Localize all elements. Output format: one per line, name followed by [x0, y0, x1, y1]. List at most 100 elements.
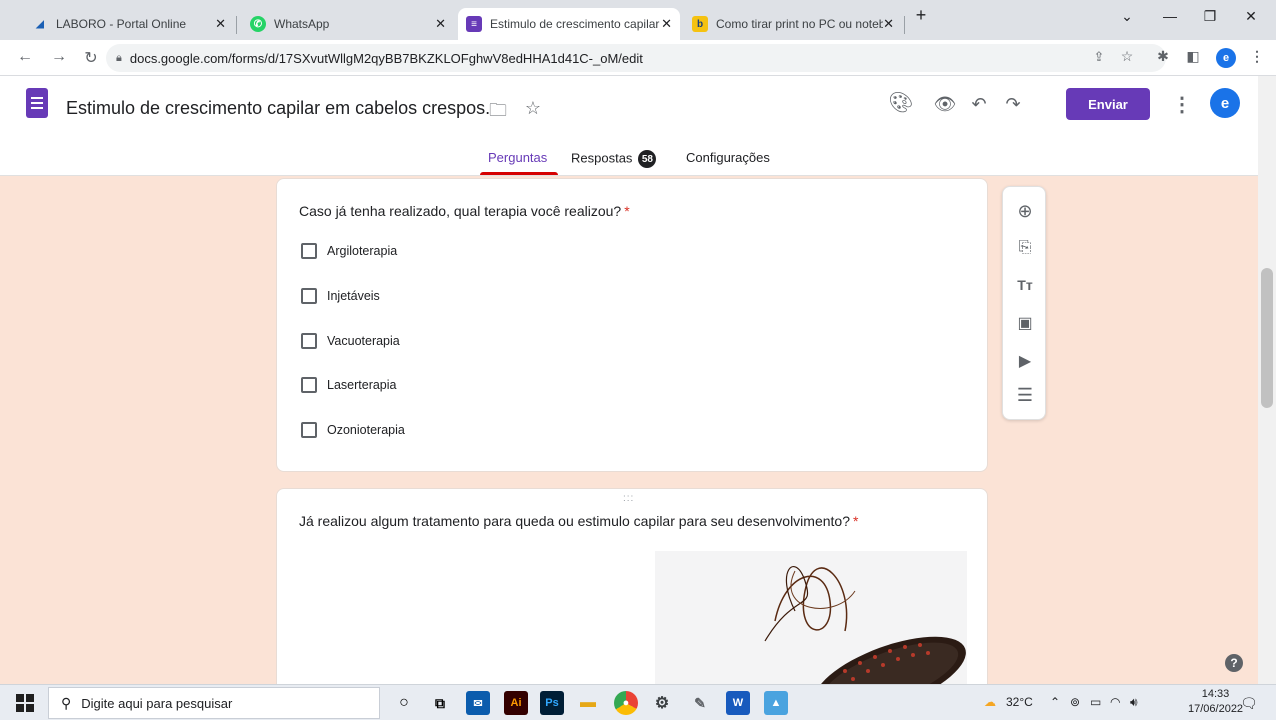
- url-text: docs.google.com/forms/d/17SXvutWllgM2qyB…: [129, 50, 643, 66]
- close-tab-icon[interactable]: ✕: [435, 16, 446, 32]
- redo-icon[interactable]: ↷: [1000, 94, 1026, 115]
- tab-responses[interactable]: Respostas 58: [571, 150, 657, 168]
- account-avatar[interactable]: e: [1210, 88, 1240, 118]
- battery-icon[interactable]: ▭: [1090, 695, 1101, 709]
- photos-icon[interactable]: ▲: [764, 691, 788, 715]
- search-icon: ⚲: [61, 694, 72, 711]
- clock-date: 17/06/2022: [1188, 703, 1244, 715]
- add-question-icon[interactable]: ⊕: [1003, 201, 1047, 222]
- question-title-text: Caso já tenha realizado, qual terapia vo…: [299, 203, 622, 219]
- option-label: Laserterapia: [327, 378, 397, 392]
- forward-icon[interactable]: →: [48, 48, 70, 66]
- browser-menu-icon[interactable]: ⋮: [1246, 48, 1268, 65]
- more-options-icon[interactable]: ⋮: [1172, 92, 1192, 117]
- tab-title: Estimulo de crescimento capilar e: [490, 17, 662, 31]
- import-questions-icon[interactable]: ⎘: [1003, 239, 1047, 257]
- palette-icon[interactable]: 🎨︎: [888, 90, 914, 115]
- tab-questions[interactable]: Perguntas: [488, 150, 547, 165]
- taskbar-clock[interactable]: 14:33 17/06/2022: [1188, 687, 1243, 717]
- folder-icon[interactable]: 🗀︎: [485, 98, 511, 128]
- preview-eye-icon[interactable]: 👁︎: [932, 94, 958, 115]
- windows-start-icon[interactable]: [16, 694, 34, 712]
- add-title-icon[interactable]: Tт: [1003, 277, 1047, 293]
- checkbox[interactable]: [301, 333, 317, 349]
- form-title[interactable]: Estimulo de crescimento capilar em cabel…: [66, 98, 490, 119]
- add-section-icon[interactable]: ☰: [1003, 385, 1047, 406]
- tab-google-forms[interactable]: ≡ Estimulo de crescimento capilar e ✕: [458, 8, 680, 40]
- question-title[interactable]: Caso já tenha realizado, qual terapia vo…: [299, 203, 630, 219]
- question-toolbar: ⊕ ⎘ Tт ▣ ▶ ☰: [1002, 186, 1046, 420]
- illustrator-icon[interactable]: Ai: [504, 691, 528, 715]
- word-icon[interactable]: W: [726, 691, 750, 715]
- weather-temperature[interactable]: 32°C: [1006, 695, 1033, 709]
- cortana-icon[interactable]: ○: [392, 691, 416, 715]
- app-icon[interactable]: ✎: [688, 691, 712, 715]
- tab-bing[interactable]: b Como tirar print no PC ou notebo ✕: [684, 8, 902, 40]
- add-video-icon[interactable]: ▶: [1003, 351, 1047, 371]
- tab-search-chevron-icon[interactable]: ⌄: [1112, 8, 1142, 25]
- url-field[interactable]: 🔒︎ docs.google.com/forms/d/17SXvutWllgM2…: [106, 44, 1166, 72]
- reload-icon[interactable]: ↻: [80, 48, 102, 68]
- question-card-therapy[interactable]: Caso já tenha realizado, qual terapia vo…: [276, 178, 988, 472]
- question-card-treatment[interactable]: ::: Já realizou algum tratamento para qu…: [276, 488, 988, 708]
- close-tab-icon[interactable]: ✕: [883, 16, 894, 32]
- help-icon[interactable]: ?: [1225, 654, 1243, 672]
- lock-icon: 🔒︎: [116, 51, 122, 64]
- wifi-icon[interactable]: ◠: [1110, 695, 1120, 709]
- share-icon[interactable]: ⇪: [1088, 49, 1110, 65]
- option-injetaveis[interactable]: Injetáveis: [301, 288, 380, 304]
- form-header: Estimulo de crescimento capilar em cabel…: [0, 76, 1258, 176]
- google-forms-logo-icon[interactable]: [26, 88, 48, 118]
- responses-count-badge: 58: [638, 150, 657, 168]
- notifications-icon[interactable]: 🗨︎: [1240, 695, 1258, 712]
- extensions-puzzle-icon[interactable]: ✱: [1152, 48, 1174, 65]
- option-laserterapia[interactable]: Laserterapia: [301, 377, 397, 393]
- meet-now-icon[interactable]: ⊚: [1070, 695, 1080, 709]
- tab-settings[interactable]: Configurações: [686, 150, 770, 165]
- undo-icon[interactable]: ↶: [966, 94, 992, 115]
- weather-icon[interactable]: ☁: [984, 695, 996, 709]
- chrome-icon[interactable]: ●: [614, 691, 638, 715]
- close-tab-icon[interactable]: ✕: [661, 16, 672, 32]
- tab-laboro[interactable]: ◢ LABORO - Portal Online ✕: [24, 8, 234, 40]
- profile-avatar[interactable]: e: [1216, 48, 1236, 68]
- star-icon[interactable]: ☆: [520, 98, 546, 119]
- taskbar-search-input[interactable]: ⚲ Digite aqui para pesquisar: [48, 687, 380, 719]
- checkbox[interactable]: [301, 422, 317, 438]
- checkbox[interactable]: [301, 377, 317, 393]
- close-tab-icon[interactable]: ✕: [215, 16, 226, 32]
- photoshop-icon[interactable]: Ps: [540, 691, 564, 715]
- option-vacuoterapia[interactable]: Vacuoterapia: [301, 333, 400, 349]
- tray-chevron-icon[interactable]: ⌃: [1050, 695, 1060, 709]
- address-toolbar: ← → ↻ 🔒︎ docs.google.com/forms/d/17SXvut…: [0, 40, 1276, 76]
- task-view-icon[interactable]: ⧉: [428, 691, 452, 715]
- tab-title: Como tirar print no PC ou notebo: [716, 17, 884, 31]
- file-explorer-icon[interactable]: ▬: [576, 691, 600, 715]
- drag-handle-icon[interactable]: :::: [623, 493, 634, 504]
- mail-icon[interactable]: ✉: [466, 691, 490, 715]
- close-window-icon[interactable]: ✕: [1236, 8, 1266, 25]
- question-title[interactable]: Já realizou algum tratamento para queda …: [299, 513, 858, 529]
- checkbox[interactable]: [301, 243, 317, 259]
- clock-time: 14:33: [1201, 688, 1230, 700]
- bookmark-star-icon[interactable]: ☆: [1116, 48, 1138, 65]
- option-ozonioterapia[interactable]: Ozonioterapia: [301, 422, 405, 438]
- google-forms-icon: ≡: [466, 16, 482, 32]
- browser-tab-bar: ◢ LABORO - Portal Online ✕ ✆ WhatsApp ✕ …: [0, 0, 1276, 40]
- side-panel-icon[interactable]: ◧: [1182, 48, 1204, 65]
- tab-whatsapp[interactable]: ✆ WhatsApp ✕: [242, 8, 454, 40]
- windows-taskbar: ⚲ Digite aqui para pesquisar ○ ⧉ ✉ Ai Ps…: [0, 684, 1276, 720]
- option-argiloterapia[interactable]: Argiloterapia: [301, 243, 397, 259]
- scrollbar-thumb[interactable]: [1261, 268, 1273, 408]
- settings-gear-icon[interactable]: ⚙: [650, 691, 674, 715]
- tab-responses-label: Respostas: [571, 150, 633, 166]
- add-image-icon[interactable]: ▣: [1003, 313, 1047, 333]
- send-button[interactable]: Enviar: [1066, 88, 1150, 120]
- restore-icon[interactable]: ❐: [1195, 8, 1225, 25]
- new-tab-button[interactable]: +: [906, 5, 936, 26]
- back-icon[interactable]: ←: [14, 48, 36, 66]
- checkbox[interactable]: [301, 288, 317, 304]
- option-label: Ozonioterapia: [327, 423, 405, 437]
- volume-icon[interactable]: 🔊︎: [1130, 695, 1138, 710]
- minimize-icon[interactable]: —: [1155, 8, 1185, 24]
